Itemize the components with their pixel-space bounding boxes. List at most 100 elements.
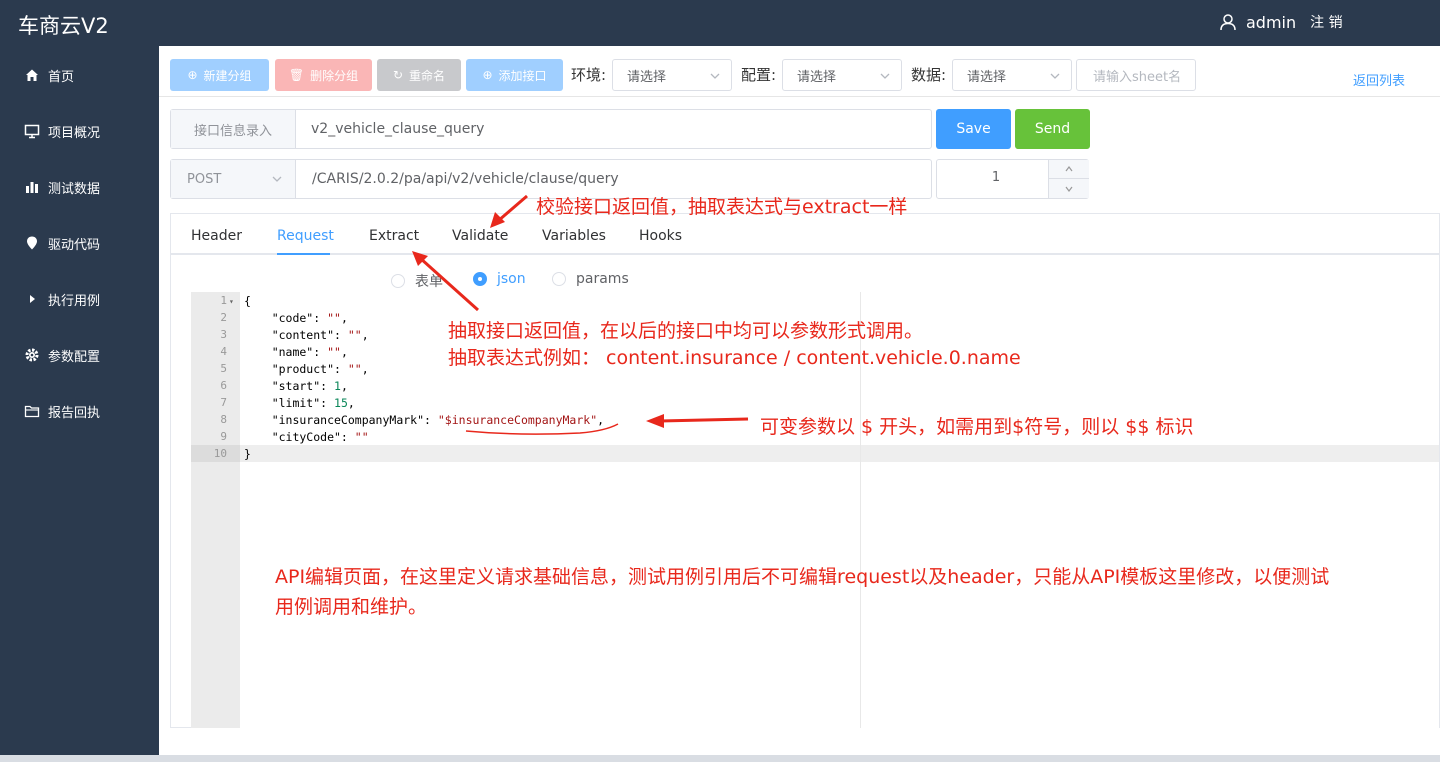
tab-variables[interactable]: Variables bbox=[542, 228, 606, 244]
code-line[interactable]: { bbox=[244, 294, 251, 308]
line-number: 3 bbox=[220, 328, 227, 341]
sidebar-item-label: 报告回执 bbox=[48, 405, 101, 421]
tab-extract[interactable]: Extract bbox=[369, 228, 419, 244]
api-name-value[interactable]: v2_vehicle_clause_query bbox=[311, 121, 484, 137]
radio-dot bbox=[391, 274, 405, 288]
chevron-up-icon bbox=[1065, 166, 1073, 172]
sidebar-item-reports[interactable]: 报告回执 bbox=[0, 391, 159, 431]
sidebar-item-overview[interactable]: 项目概况 bbox=[0, 111, 159, 151]
username: admin bbox=[1246, 12, 1297, 32]
fold-toggle-icon[interactable]: ▾ bbox=[229, 297, 234, 306]
code-line[interactable]: "product": "", bbox=[244, 362, 369, 376]
sidebar-item-home[interactable]: 首页 bbox=[0, 55, 159, 95]
sidebar-item-param-config[interactable]: 参数配置 bbox=[0, 335, 159, 375]
add-api-button[interactable]: ⊕ 添加接口 bbox=[466, 59, 563, 91]
location-icon bbox=[24, 235, 40, 251]
code-value: "" bbox=[327, 311, 341, 325]
new-group-button[interactable]: ⊕ 新建分组 bbox=[170, 59, 269, 91]
tab-request[interactable]: Request bbox=[277, 228, 334, 244]
env-select-value: 请选择 bbox=[627, 69, 667, 85]
app-title: 车商云V2 bbox=[18, 14, 109, 38]
api-name-field[interactable]: 接口信息录入 v2_vehicle_clause_query bbox=[170, 109, 932, 149]
sidebar-item-label: 首页 bbox=[48, 69, 75, 85]
main-content: ⊕ 新建分组 🗑 删除分组 ↻ 重命名 ⊕ 添加接口 环境: 请选择 配置: 请选择 数… bbox=[159, 46, 1440, 762]
env-select[interactable]: 请选择 bbox=[612, 59, 732, 91]
stepper-increase-button[interactable] bbox=[1048, 160, 1089, 179]
data-select[interactable]: 请选择 bbox=[952, 59, 1072, 91]
chevron-down-icon bbox=[880, 73, 890, 79]
delete-group-button[interactable]: 🗑 删除分组 bbox=[275, 59, 372, 91]
code-line[interactable]: "start": 1, bbox=[244, 379, 348, 393]
radio-form[interactable]: 表单 bbox=[391, 271, 443, 291]
code-punct: , bbox=[361, 362, 369, 376]
radio-params-label: params bbox=[576, 271, 629, 287]
config-label: 配置: bbox=[741, 66, 777, 84]
sidebar-item-label: 项目概况 bbox=[48, 125, 101, 141]
tab-hooks[interactable]: Hooks bbox=[639, 228, 682, 244]
code-line[interactable]: "code": "", bbox=[244, 311, 348, 325]
line-number: 5 bbox=[220, 362, 227, 375]
bar-chart-icon bbox=[24, 179, 40, 195]
radio-dot bbox=[552, 272, 566, 286]
code-key: "code": bbox=[244, 311, 328, 325]
stepper-decrease-button[interactable] bbox=[1048, 179, 1089, 198]
code-punct: , bbox=[340, 311, 348, 325]
code-line[interactable]: "limit": 15, bbox=[244, 396, 355, 410]
rename-button[interactable]: ↻ 重命名 bbox=[377, 59, 461, 91]
radio-json-label: json bbox=[497, 271, 526, 287]
api-url-value[interactable]: /CARIS/2.0.2/pa/api/v2/vehicle/clause/qu… bbox=[312, 171, 619, 187]
sidebar: 首页 项目概况 测试数据 驱动代码 执行用例 参数配置 报告回执 bbox=[0, 46, 159, 762]
method-select[interactable]: POST bbox=[171, 160, 296, 198]
code-line[interactable]: } bbox=[244, 447, 251, 461]
line-number: 6 bbox=[220, 379, 227, 392]
tab-validate[interactable]: Validate bbox=[452, 228, 508, 244]
radio-dot bbox=[473, 272, 487, 286]
code-line[interactable]: "insuranceCompanyMark": "$insuranceCompa… bbox=[244, 413, 604, 427]
stepper-value[interactable]: 1 bbox=[937, 170, 1055, 185]
sidebar-item-label: 测试数据 bbox=[48, 181, 101, 197]
send-button[interactable]: Send bbox=[1015, 109, 1090, 149]
taskbar bbox=[0, 755, 1440, 762]
sheet-name-input[interactable]: 请输入sheet名 bbox=[1076, 59, 1196, 91]
code-line[interactable]: "name": "", bbox=[244, 345, 348, 359]
tab-header[interactable]: Header bbox=[191, 228, 242, 244]
delete-group-label: 删除分组 bbox=[310, 68, 359, 83]
config-select[interactable]: 请选择 bbox=[782, 59, 902, 91]
plus-circle-icon: ⊕ bbox=[482, 68, 493, 82]
code-line[interactable]: "cityCode": "" bbox=[244, 430, 369, 444]
annotation-extract-1: 抽取接口返回值，在以后的接口中均可以参数形式调用。 bbox=[448, 320, 924, 342]
radio-json[interactable]: json bbox=[473, 271, 526, 287]
line-number: 8 bbox=[220, 413, 227, 426]
code-value: "" bbox=[327, 345, 341, 359]
active-line-highlight bbox=[191, 445, 1439, 462]
caret-right-icon bbox=[24, 291, 40, 307]
sidebar-item-test-data[interactable]: 测试数据 bbox=[0, 167, 159, 207]
line-number: 7 bbox=[220, 396, 227, 409]
trash-icon: 🗑 bbox=[288, 68, 305, 82]
top-bar: 车商云V2 admin 注 销 bbox=[0, 0, 1440, 46]
quantity-stepper[interactable]: 1 bbox=[936, 159, 1089, 199]
line-number: 2 bbox=[220, 311, 227, 324]
method-value: POST bbox=[187, 171, 222, 187]
logout-link[interactable]: 注 销 bbox=[1310, 12, 1342, 32]
code-key: "content": bbox=[244, 328, 348, 342]
rename-label: 重命名 bbox=[409, 68, 446, 83]
chevron-down-icon bbox=[710, 73, 720, 79]
chevron-down-icon bbox=[1065, 186, 1073, 192]
annotation-variable: 可变参数以 $ 开头，如需用到$符号，则以 $$ 标识 bbox=[760, 416, 1194, 438]
sidebar-item-driver-code[interactable]: 驱动代码 bbox=[0, 223, 159, 263]
chevron-down-icon bbox=[1050, 73, 1060, 79]
code-value: "" bbox=[347, 328, 362, 342]
line-number: 10 bbox=[213, 447, 227, 460]
radio-params[interactable]: params bbox=[552, 271, 629, 287]
line-number: 9 bbox=[220, 430, 227, 443]
save-button[interactable]: Save bbox=[936, 109, 1011, 149]
code-value: "$insuranceCompanyMark" bbox=[437, 413, 598, 427]
code-line[interactable]: "content": "", bbox=[244, 328, 369, 342]
sidebar-item-run-cases[interactable]: 执行用例 bbox=[0, 279, 159, 319]
code-value: "" bbox=[347, 362, 362, 376]
plus-circle-icon: ⊕ bbox=[187, 68, 198, 82]
env-label: 环境: bbox=[571, 66, 607, 84]
folder-icon bbox=[24, 403, 40, 419]
back-to-list-link[interactable]: 返回列表 bbox=[1353, 70, 1405, 89]
